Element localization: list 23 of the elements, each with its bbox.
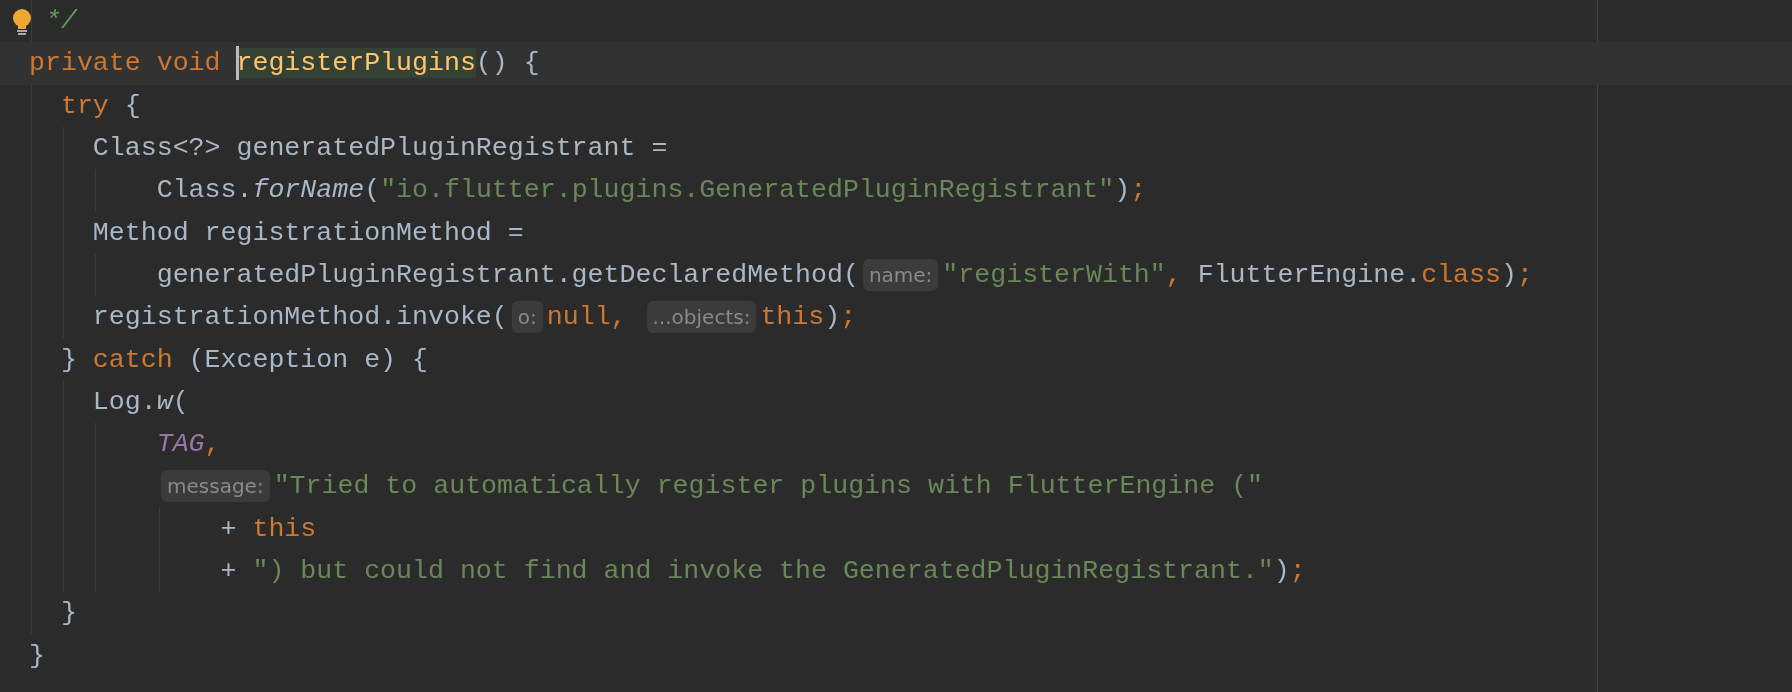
code-fragment: null, xyxy=(546,301,628,335)
code-line: } xyxy=(59,597,77,631)
inlay-hint: message: xyxy=(161,470,270,503)
code-line: */ xyxy=(43,5,77,39)
code-line: Method registrationMethod = xyxy=(91,216,524,250)
code-line: Log.w( xyxy=(91,385,189,419)
inlay-hint: name: xyxy=(862,258,939,291)
code-line: private void registerPlugins() { xyxy=(29,46,540,81)
inlay-hint: ...objects: xyxy=(646,301,757,334)
code-fragment: "registerWith", FlutterEngine.class); xyxy=(942,258,1533,292)
inlay-hint: o: xyxy=(511,301,543,334)
code-fragment: this); xyxy=(760,301,857,335)
code-fragment: registrationMethod.invoke( xyxy=(91,301,508,335)
code-line: Class.forName("io.flutter.plugins.GeneratedPluginRegistrant"); xyxy=(155,174,1147,208)
code-fragment: generatedPluginRegistrant.getDeclaredMethod( xyxy=(155,258,859,292)
code-line: + ") but could not find and invoke the GeneratedPluginRegistrant."); xyxy=(219,555,1306,588)
code-fragment: "Tried to automatically register plugins with FlutterEngine (" xyxy=(273,470,1264,504)
code-line: try { xyxy=(59,89,141,123)
code-line: TAG, xyxy=(155,428,221,462)
code-line: Class<?> generatedPluginRegistrant = xyxy=(91,132,668,166)
code-line: } catch (Exception e) { xyxy=(59,343,428,377)
code-line: } xyxy=(29,639,45,673)
code-line: + this xyxy=(219,512,317,546)
